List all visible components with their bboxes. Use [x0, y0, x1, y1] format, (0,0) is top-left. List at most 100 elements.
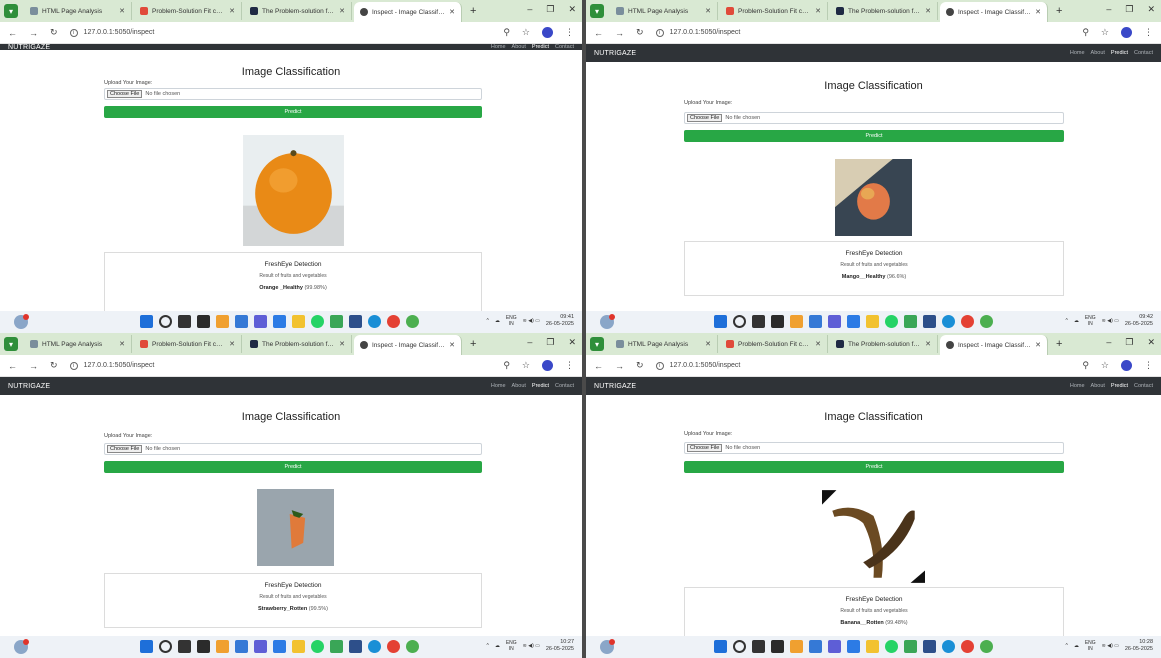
forward-icon[interactable]: →	[29, 361, 38, 371]
mail-icon[interactable]	[235, 315, 248, 328]
forward-icon[interactable]: →	[615, 28, 624, 38]
close-icon[interactable]: ✕	[705, 7, 711, 15]
site-info-icon[interactable]: i	[655, 361, 664, 370]
nav-contact[interactable]: Contact	[1134, 50, 1153, 56]
vscode-icon[interactable]	[273, 315, 286, 328]
close-icon[interactable]: ✕	[815, 340, 821, 348]
minimize-icon[interactable]: –	[1106, 337, 1111, 348]
new-tab-icon[interactable]: +	[1056, 338, 1062, 350]
task-view-icon[interactable]	[752, 315, 765, 328]
tab-html-analysis[interactable]: HTML Page Analysis ✕	[610, 335, 718, 353]
close-window-icon[interactable]: ✕	[1147, 337, 1155, 348]
start-icon[interactable]	[140, 640, 153, 653]
wifi-volume-battery-icons[interactable]: ≋ ◀) ▭	[1102, 643, 1119, 649]
url-field[interactable]: i 127.0.0.1:5050/inspect	[655, 361, 740, 370]
excel-icon[interactable]	[330, 315, 343, 328]
wifi-volume-battery-icons[interactable]: ≋ ◀) ▭	[523, 643, 540, 649]
mail-icon[interactable]	[235, 640, 248, 653]
folder-icon[interactable]	[866, 640, 879, 653]
tab-html-analysis[interactable]: HTML Page Analysis ✕	[24, 335, 132, 353]
nav-about[interactable]: About	[1091, 383, 1105, 389]
brand-logo[interactable]: NUTRIGAZE	[594, 383, 636, 390]
close-window-icon[interactable]: ✕	[1147, 4, 1155, 15]
chrome-icon[interactable]	[961, 315, 974, 328]
close-icon[interactable]: ✕	[119, 7, 125, 15]
choose-file-button[interactable]: Choose File	[687, 444, 723, 452]
close-icon[interactable]: ✕	[925, 340, 931, 348]
close-icon[interactable]: ✕	[449, 8, 455, 16]
bookmark-star-icon[interactable]: ☆	[1101, 360, 1109, 371]
language-indicator[interactable]: ENG IN	[1085, 640, 1096, 652]
minimize-icon[interactable]: –	[527, 337, 532, 348]
task-view-icon[interactable]	[752, 640, 765, 653]
new-tab-icon[interactable]: +	[1056, 5, 1062, 17]
tab-problem-solution[interactable]: Problem-Solution Fit canvas — ✕	[134, 335, 242, 353]
close-icon[interactable]: ✕	[229, 340, 235, 348]
whatsapp-icon[interactable]	[311, 315, 324, 328]
minimize-icon[interactable]: –	[527, 4, 532, 15]
nav-predict[interactable]: Predict	[1111, 50, 1128, 56]
file-explorer-icon[interactable]	[216, 315, 229, 328]
chrome-profile-icon[interactable]	[980, 315, 993, 328]
cloud-icon[interactable]: ☁	[1074, 643, 1079, 649]
back-icon[interactable]: ←	[8, 361, 17, 371]
nav-contact[interactable]: Contact	[555, 383, 574, 389]
choose-file-button[interactable]: Choose File	[107, 445, 143, 453]
language-indicator[interactable]: ENG IN	[506, 640, 517, 652]
chrome-profile-icon[interactable]	[406, 315, 419, 328]
weather-widget-icon[interactable]	[14, 314, 29, 329]
tab-html-analysis[interactable]: HTML Page Analysis ✕	[610, 2, 718, 20]
teams-icon[interactable]	[254, 315, 267, 328]
menu-kebab-icon[interactable]: ⋮	[565, 27, 574, 38]
back-icon[interactable]: ←	[594, 361, 603, 371]
new-tab-icon[interactable]: +	[470, 338, 476, 350]
reload-icon[interactable]: ↻	[636, 27, 644, 38]
language-indicator[interactable]: ENG IN	[506, 315, 517, 327]
edge-icon[interactable]	[368, 640, 381, 653]
excel-icon[interactable]	[904, 315, 917, 328]
chrome-icon[interactable]	[387, 315, 400, 328]
restore-icon[interactable]: ❐	[546, 4, 554, 15]
url-field[interactable]: i 127.0.0.1:5050/inspect	[655, 28, 740, 37]
close-icon[interactable]: ✕	[925, 7, 931, 15]
profile-avatar[interactable]	[1121, 360, 1132, 371]
vscode-icon[interactable]	[847, 640, 860, 653]
tab-problem-fit[interactable]: The Problem-solution fit canvas ✕	[830, 335, 938, 353]
nav-predict[interactable]: Predict	[1111, 383, 1128, 389]
back-icon[interactable]: ←	[594, 28, 603, 38]
choose-file-button[interactable]: Choose File	[107, 90, 143, 98]
close-icon[interactable]: ✕	[229, 7, 235, 15]
choose-file-button[interactable]: Choose File	[687, 114, 723, 122]
file-input[interactable]: Choose File No file chosen	[104, 443, 482, 455]
nav-home[interactable]: Home	[1070, 383, 1085, 389]
bookmark-star-icon[interactable]: ☆	[522, 360, 530, 371]
teams-icon[interactable]	[828, 315, 841, 328]
zoom-icon[interactable]: ⚲	[503, 360, 510, 371]
chrome-profile-icon[interactable]	[406, 640, 419, 653]
excel-icon[interactable]	[904, 640, 917, 653]
tray-chevron-icon[interactable]: ^	[486, 643, 488, 649]
tray-chevron-icon[interactable]: ^	[1065, 318, 1067, 324]
reload-icon[interactable]: ↻	[50, 360, 58, 371]
teams-icon[interactable]	[828, 640, 841, 653]
profile-avatar[interactable]	[542, 360, 553, 371]
widgets-icon[interactable]	[197, 315, 210, 328]
file-input[interactable]: Choose File No file chosen	[104, 88, 482, 100]
task-view-icon[interactable]	[178, 315, 191, 328]
weather-widget-icon[interactable]	[600, 639, 615, 654]
app-icon[interactable]	[923, 640, 936, 653]
start-icon[interactable]	[714, 315, 727, 328]
site-info-icon[interactable]: i	[655, 28, 664, 37]
tab-inspect[interactable]: Inspect - Image Classification ✕	[354, 2, 462, 22]
chrome-profile-icon[interactable]	[980, 640, 993, 653]
whatsapp-icon[interactable]	[885, 315, 898, 328]
profile-avatar[interactable]	[1121, 27, 1132, 38]
start-icon[interactable]	[140, 315, 153, 328]
tray-chevron-icon[interactable]: ^	[1065, 643, 1067, 649]
widgets-icon[interactable]	[197, 640, 210, 653]
language-indicator[interactable]: ENG IN	[1085, 315, 1096, 327]
zoom-icon[interactable]: ⚲	[1082, 360, 1089, 371]
nav-home[interactable]: Home	[491, 383, 506, 389]
close-icon[interactable]: ✕	[705, 340, 711, 348]
tab-problem-solution[interactable]: Problem-Solution Fit canvas — ✕	[720, 335, 828, 353]
